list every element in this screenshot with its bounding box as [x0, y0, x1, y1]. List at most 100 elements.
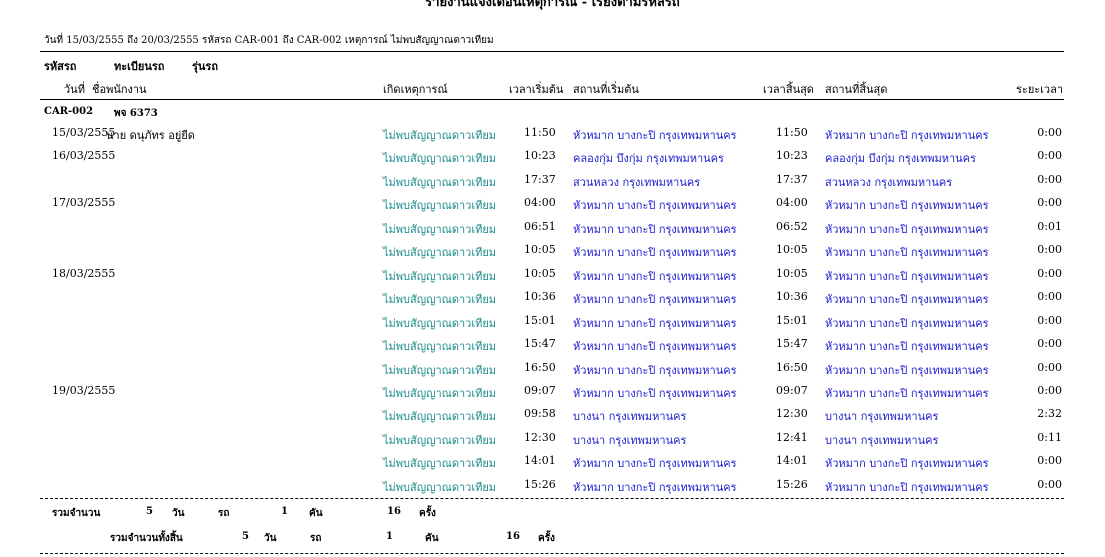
cell-duration: 0:00 [1037, 454, 1062, 467]
cell-start-time: 15:26 [524, 478, 556, 491]
cell-end-place: คลองกุ่ม บึงกุ่ม กรุงเทพมหานคร [825, 152, 976, 165]
header-event: เกิดเหตุการณ์ [383, 83, 448, 96]
cell-start-place: หัวหมาก บางกะปิ กรุงเทพมหานคร [573, 270, 737, 283]
cell-duration: 0:00 [1037, 314, 1062, 327]
cell-duration: 0:00 [1037, 196, 1062, 209]
cell-end-time: 10:05 [776, 243, 808, 256]
cell-duration: 0:00 [1037, 384, 1062, 397]
cell-event: ไม่พบสัญญาณดาวเทียม [383, 481, 497, 494]
cell-end-time: 11:50 [776, 126, 808, 139]
cell-end-time: 12:41 [776, 431, 808, 444]
cell-end-place: หัวหมาก บางกะปิ กรุงเทพมหานคร [825, 457, 989, 470]
cell-event: ไม่พบสัญญาณดาวเทียม [383, 199, 497, 212]
group-car-code: CAR-002 [44, 106, 94, 117]
header-top-rule [40, 51, 1064, 52]
cell-end-place: หัวหมาก บางกะปิ กรุงเทพมหานคร [825, 364, 989, 377]
cell-duration: 0:00 [1037, 243, 1062, 256]
subtotal-days-unit: วัน [172, 508, 185, 519]
cell-start-time: 10:23 [524, 149, 556, 162]
cell-event: ไม่พบสัญญาณดาวเทียม [383, 410, 497, 423]
cell-start-time: 15:47 [524, 337, 556, 350]
cell-start-place: หัวหมาก บางกะปิ กรุงเทพมหานคร [573, 293, 737, 306]
cell-start-place: หัวหมาก บางกะปิ กรุงเทพมหานคร [573, 340, 737, 353]
cell-event: ไม่พบสัญญาณดาวเทียม [383, 364, 497, 377]
header-date: วันที่ [64, 83, 85, 96]
cell-end-place: หัวหมาก บางกะปิ กรุงเทพมหานคร [825, 387, 989, 400]
cell-duration: 0:00 [1037, 337, 1062, 350]
cell-start-time: 09:07 [524, 384, 556, 397]
cell-end-time: 15:01 [776, 314, 808, 327]
cell-start-time: 10:05 [524, 243, 556, 256]
cell-start-time: 10:36 [524, 290, 556, 303]
cell-start-place: หัวหมาก บางกะปิ กรุงเทพมหานคร [573, 387, 737, 400]
cell-start-place: บางนา กรุงเทพมหานคร [573, 410, 687, 423]
cell-event: ไม่พบสัญญาณดาวเทียม [383, 457, 497, 470]
cell-start-time: 11:50 [524, 126, 556, 139]
cell-end-time: 15:47 [776, 337, 808, 350]
cell-start-time: 09:58 [524, 407, 556, 420]
cell-end-place: หัวหมาก บางกะปิ กรุงเทพมหานคร [825, 481, 989, 494]
cell-duration: 0:00 [1037, 126, 1062, 139]
header-duration: ระยะเวลา [1016, 83, 1064, 96]
cell-event: ไม่พบสัญญาณดาวเทียม [383, 340, 497, 353]
cell-end-place: สวนหลวง กรุงเทพมหานคร [825, 176, 953, 189]
header-start-place: สถานที่เริ่มต้น [573, 83, 639, 96]
grand-total-times: 16 [506, 531, 520, 542]
cell-start-place: บางนา กรุงเทพมหานคร [573, 434, 687, 447]
cell-start-place: หัวหมาก บางกะปิ กรุงเทพมหานคร [573, 364, 737, 377]
subtotal-cars: 1 [281, 506, 288, 517]
cell-date: 18/03/2555 [52, 267, 116, 280]
cell-start-time: 12:30 [524, 431, 556, 444]
report-criteria: วันที่ 15/03/2555 ถึง 20/03/2555 รหัสรถ … [44, 35, 494, 46]
cell-start-place: หัวหมาก บางกะปิ กรุงเทพมหานคร [573, 199, 737, 212]
cell-start-time: 17:37 [524, 173, 556, 186]
cell-duration: 0:00 [1037, 173, 1062, 186]
cell-end-place: บางนา กรุงเทพมหานคร [825, 434, 939, 447]
cell-start-time: 16:50 [524, 361, 556, 374]
grand-total-days-unit: วัน [264, 533, 277, 544]
subtotal-cars-unit: คัน [309, 508, 323, 519]
cell-event: ไม่พบสัญญาณดาวเทียม [383, 317, 497, 330]
cell-end-place: หัวหมาก บางกะปิ กรุงเทพมหานคร [825, 223, 989, 236]
header-start-time: เวลาเริ่มต้น [509, 83, 564, 96]
cell-end-time: 16:50 [776, 361, 808, 374]
cell-end-time: 04:00 [776, 196, 808, 209]
header-employee: ชื่อพนักงาน [92, 83, 147, 96]
cell-end-time: 10:36 [776, 290, 808, 303]
cell-start-time: 10:05 [524, 267, 556, 280]
cell-event: ไม่พบสัญญาณดาวเทียม [383, 152, 497, 165]
cell-start-place: หัวหมาก บางกะปิ กรุงเทพมหานคร [573, 481, 737, 494]
cell-end-time: 17:37 [776, 173, 808, 186]
cell-end-place: หัวหมาก บางกะปิ กรุงเทพมหานคร [825, 199, 989, 212]
cell-end-time: 10:05 [776, 267, 808, 280]
cell-end-place: หัวหมาก บางกะปิ กรุงเทพมหานคร [825, 340, 989, 353]
cell-end-time: 10:23 [776, 149, 808, 162]
cell-end-place: หัวหมาก บางกะปิ กรุงเทพมหานคร [825, 317, 989, 330]
cell-date: 16/03/2555 [52, 149, 116, 162]
cell-duration: 0:00 [1037, 290, 1062, 303]
cell-start-place: หัวหมาก บางกะปิ กรุงเทพมหานคร [573, 317, 737, 330]
cell-start-time: 06:51 [524, 220, 556, 233]
subtotal-days: 5 [146, 506, 153, 517]
grand-total-rule [40, 553, 1064, 554]
subtotal-label: รวมจำนวน [52, 508, 101, 519]
cell-start-place: หัวหมาก บางกะปิ กรุงเทพมหานคร [573, 457, 737, 470]
header-registration: ทะเบียนรถ [114, 60, 165, 73]
header-bottom-rule [40, 99, 1064, 100]
cell-end-place: หัวหมาก บางกะปิ กรุงเทพมหานคร [825, 293, 989, 306]
cell-start-place: คลองกุ่ม บึงกุ่ม กรุงเทพมหานคร [573, 152, 724, 165]
subtotal-cars-label: รถ [218, 508, 230, 519]
subtotal-times: 16 [387, 506, 401, 517]
grand-total-cars-label: รถ [310, 533, 322, 544]
cell-event: ไม่พบสัญญาณดาวเทียม [383, 176, 497, 189]
cell-end-time: 06:52 [776, 220, 808, 233]
cell-end-time: 14:01 [776, 454, 808, 467]
cell-event: ไม่พบสัญญาณดาวเทียม [383, 387, 497, 400]
subtotal-times-unit: ครั้ง [419, 508, 436, 519]
cell-start-time: 04:00 [524, 196, 556, 209]
cell-event: ไม่พบสัญญาณดาวเทียม [383, 129, 497, 142]
cell-end-place: หัวหมาก บางกะปิ กรุงเทพมหานคร [825, 129, 989, 142]
grand-total-label: รวมจำนวนทั้งสิ้น [110, 533, 183, 544]
cell-employee: นาย ดนุภัทร อยู่ยืด [106, 129, 195, 142]
header-model: รุ่นรถ [192, 60, 218, 73]
